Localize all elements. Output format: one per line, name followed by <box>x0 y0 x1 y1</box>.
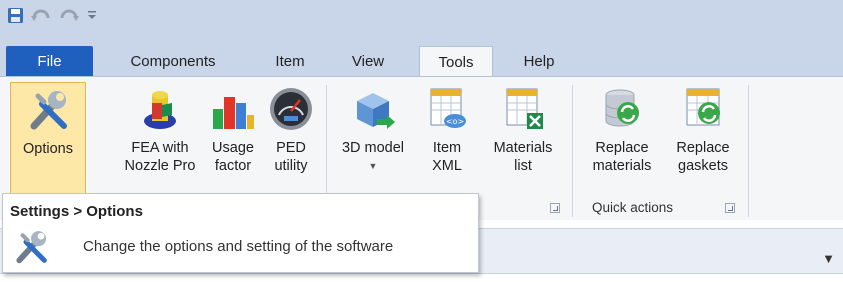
usage-line2: factor <box>214 158 252 174</box>
tab-tools[interactable]: Tools <box>419 46 493 77</box>
excel-table-icon <box>506 88 543 129</box>
panel-menu-chevron-icon[interactable]: ▼ <box>822 251 835 266</box>
group-separator <box>572 85 573 217</box>
replace-mat-line2: materials <box>592 158 652 174</box>
tooltip-title: Settings > Options <box>10 203 143 220</box>
materials-list-button[interactable]: Materials list <box>480 82 566 194</box>
tab-help[interactable]: Help <box>506 46 572 76</box>
ped-utility-button[interactable]: PED utility <box>262 82 320 194</box>
fea-line2: Nozzle Pro <box>124 158 196 174</box>
replace-materials-button[interactable]: Replace materials <box>578 82 666 194</box>
3d-model-button[interactable]: 3D model ▼ <box>332 82 414 194</box>
table-refresh-icon <box>686 88 720 126</box>
redo-icon[interactable] <box>58 6 80 24</box>
matlist-line1: Materials <box>493 140 553 156</box>
item-xml-button[interactable]: <o> Item XML <box>420 82 474 194</box>
fea-line1: FEA with <box>131 140 189 156</box>
customize-qat-icon[interactable] <box>86 6 98 24</box>
tooltip-description: Change the options and setting of the so… <box>83 238 394 255</box>
itemxml-line2: XML <box>432 158 462 174</box>
fea-nozzle-pro-button[interactable]: FEA with Nozzle Pro <box>114 82 206 194</box>
gauge-icon <box>270 88 312 130</box>
replace-gaskets-button[interactable]: Replace gaskets <box>666 82 740 194</box>
tab-item[interactable]: Item <box>258 46 322 76</box>
tab-file[interactable]: File <box>6 46 93 76</box>
ribbon-tab-strip: File Components Item View Tools Help <box>0 38 843 77</box>
3d-model-label: 3D model <box>341 140 405 156</box>
save-icon[interactable] <box>6 6 24 24</box>
wrench-screwdriver-icon <box>16 231 47 264</box>
fea-nozzle-icon <box>144 91 176 129</box>
replace-mat-line1: Replace <box>595 140 649 156</box>
itemxml-line1: Item <box>432 140 462 156</box>
chevron-down-icon: ▼ <box>368 161 378 171</box>
replace-gask-line1: Replace <box>676 140 730 156</box>
quick-access-toolbar <box>0 0 843 38</box>
cube-export-icon <box>357 93 395 129</box>
group-dialog-launcher-icon[interactable] <box>550 203 560 213</box>
tab-view[interactable]: View <box>340 46 396 76</box>
wrench-screwdriver-icon <box>30 91 67 130</box>
bar-chart-icon <box>213 97 254 129</box>
svg-text:<o>: <o> <box>446 117 464 126</box>
group-dialog-launcher-icon[interactable] <box>725 203 735 213</box>
database-refresh-icon <box>605 89 639 127</box>
usage-factor-button[interactable]: Usage factor <box>206 82 260 194</box>
ped-line1: PED <box>276 140 306 156</box>
undo-icon[interactable] <box>30 6 52 24</box>
replace-gask-line2: gaskets <box>678 158 728 174</box>
xml-table-icon: <o> <box>430 88 466 128</box>
options-tooltip: Settings > Options Change the options an… <box>2 193 479 273</box>
matlist-line2: list <box>514 158 532 174</box>
tab-components[interactable]: Components <box>110 46 236 76</box>
group-separator <box>748 85 749 217</box>
ped-line2: utility <box>274 158 308 174</box>
options-label: Options <box>23 141 73 157</box>
options-button[interactable]: Options <box>10 82 86 194</box>
group-label-quick-actions: Quick actions <box>592 200 674 215</box>
usage-line1: Usage <box>212 140 254 156</box>
